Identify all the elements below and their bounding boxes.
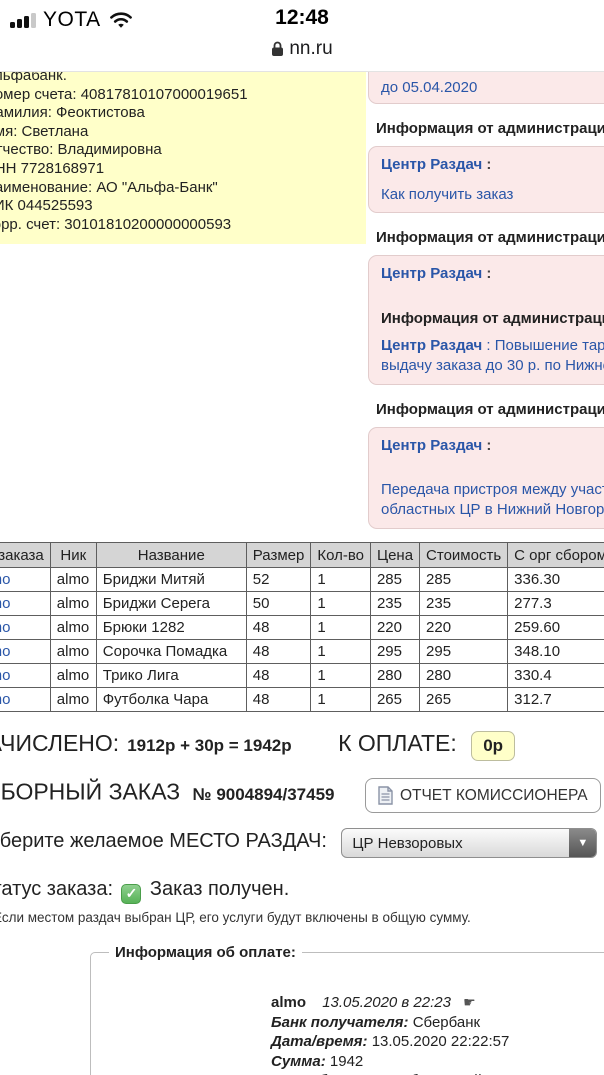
pointer-icon: ☛ — [463, 994, 476, 1010]
admin-box-pickup-info: Центр Раздач : Как получить заказ — [368, 146, 604, 213]
order-items-table: № заказа Ник Название Размер Кол-во Цена… — [0, 542, 604, 712]
pickup-place-select[interactable]: ЦР Невзоровых ▼ — [341, 828, 598, 858]
bank-line: БИК 044525593 — [0, 197, 93, 215]
col-header-nick: Ник — [49, 542, 97, 568]
order-items-table-wrap: № заказа Ник Название Размер Кол-во Цена… — [0, 542, 604, 712]
padlock-icon — [271, 41, 284, 57]
pickup-row: Выберите желаемое МЕСТО РАЗДАЧ: ЦР Невзо… — [0, 828, 598, 858]
col-header-fee: С орг сбором — [507, 542, 604, 568]
bank-line: Имя: Светлана — [0, 122, 89, 140]
table-row: almo almo Футболка Чара 48 1 265 265 312… — [0, 687, 604, 712]
totals-row: НАЧИСЛЕНО:1912р + 30р = 1942р К ОПЛАТЕ: … — [0, 730, 516, 761]
col-header-size: Размер — [245, 542, 312, 568]
payment-posted-date: 13.05.2020 в 22:23 — [322, 994, 451, 1011]
table-row: almo almo Брюки 1282 48 1 220 220 259.60… — [0, 615, 604, 640]
status-label: Статус заказа: — [0, 878, 114, 900]
order-link[interactable]: almo — [0, 619, 11, 636]
order-link[interactable]: almo — [0, 595, 11, 612]
center-razdach-link[interactable]: Центр Раздач — [381, 437, 482, 454]
bank-line: Отчество: Владимировна — [0, 141, 162, 159]
table-row: almo almo Бриджи Митяй 52 1 285 285 336.… — [0, 567, 604, 592]
transfer-text: Передача пристроя между участниками обла… — [381, 481, 604, 518]
selected-option: ЦР Невзоровых — [352, 835, 463, 852]
due-amount-badge: 0р — [471, 731, 516, 761]
deadline-link[interactable]: до 05.04.2020 — [381, 79, 477, 96]
admin-inner-header: Информация от администрации — [381, 310, 604, 327]
order-link[interactable]: almo — [0, 691, 11, 708]
how-to-get-order-link[interactable]: Как получить заказ — [381, 186, 513, 203]
document-icon — [378, 786, 393, 805]
bank-details-box: Альфабанк. Номер счета: 4081781010700001… — [0, 71, 366, 245]
pickup-note: Если местом раздач выбран ЦР, его услуги… — [0, 910, 471, 925]
admin-box-tariff: Центр Раздач : Информация от администрац… — [368, 255, 604, 385]
order-number: № 9004894/37459 — [192, 784, 335, 804]
address-bar[interactable]: nn.ru — [0, 38, 604, 60]
admin-info-column: до 05.04.2020 Информация от администраци… — [368, 72, 604, 529]
chevron-down-icon: ▼ — [569, 829, 597, 857]
payment-datetime: 13.05.2020 22:22:57 — [371, 1033, 510, 1050]
green-check-icon: ✓ — [121, 883, 142, 904]
admin-box-deadline: до 05.04.2020 — [368, 72, 604, 104]
payment-sum: 1942 — [329, 1052, 364, 1070]
status-row: Статус заказа: ✓ Заказ получен. — [0, 878, 289, 904]
accrued-label: НАЧИСЛЕНО: — [0, 730, 120, 756]
commissioner-report-button[interactable]: ОТЧЕТ КОМИССИОНЕРА — [364, 778, 601, 813]
order-link[interactable]: almo — [0, 667, 11, 684]
center-razdach-link[interactable]: Центр Раздач — [381, 265, 482, 282]
order-row: СБОРНЫЙ ЗАКАЗ № 9004894/37459 ОТЧЕТ КОМИ… — [0, 778, 601, 813]
payment-info-fieldset: Информация об оплате: almo 13.05.2020 в … — [90, 944, 604, 1075]
tariff-text: Центр Раздач : Повышение тарифа за выдач… — [381, 337, 604, 374]
col-header-qty: Кол-во — [310, 542, 371, 568]
table-row: almo almo Сорочка Помадка 48 1 295 295 3… — [0, 639, 604, 664]
col-header-cost: Стоимость — [419, 542, 509, 568]
table-row: almo almo Бриджи Серега 50 1 235 235 277… — [0, 591, 604, 616]
bank-line: Наименование: АО "Альфа-Банк" — [0, 178, 218, 196]
status-bar: YOTA 12:48 nn.ru — [0, 0, 604, 71]
pickup-label: Выберите желаемое МЕСТО РАЗДАЧ: — [0, 830, 327, 853]
col-header-name: Название — [95, 542, 247, 568]
payment-user: almo — [271, 994, 307, 1011]
page-content: Альфабанк. Номер счета: 4081781010700001… — [0, 71, 604, 1075]
table-row: almo almo Трико Лига 48 1 280 280 330.4 … — [0, 663, 604, 688]
bank-line: ИНН 7728168971 — [0, 159, 105, 177]
col-header-order: № заказа — [0, 542, 51, 568]
payment-legend: Информация об оплате: — [115, 944, 296, 961]
browser-viewport[interactable]: Альфабанк. Номер счета: 4081781010700001… — [0, 71, 604, 1075]
bank-line: Фамилия: Феоктистова — [0, 104, 145, 122]
order-label: СБОРНЫЙ ЗАКАЗ — [0, 778, 181, 805]
due-label: К ОПЛАТЕ: — [338, 730, 457, 756]
payment-details: almo 13.05.2020 в 22:23 ☛ Банк получател… — [271, 993, 604, 1075]
center-razdach-link[interactable]: Центр Раздач — [381, 156, 482, 173]
admin-header: Информация от администрации — [376, 229, 604, 246]
order-link[interactable]: almo — [0, 643, 11, 660]
bank-line: Корр. счет: 30101810200000000593 — [0, 215, 232, 233]
col-header-price: Цена — [369, 542, 421, 568]
admin-header: Информация от администрации — [376, 401, 604, 418]
bank-line: Номер счета: 40817810107000019651 — [0, 85, 248, 103]
order-link[interactable]: almo — [0, 571, 11, 588]
table-header-row: № заказа Ник Название Размер Кол-во Цена… — [0, 542, 604, 568]
status-value: Заказ получен. — [149, 878, 290, 900]
center-razdach-link[interactable]: Центр Раздач — [381, 337, 482, 354]
accrued-value: 1912р + 30р = 1942р — [127, 736, 292, 755]
bank-line: Альфабанк. — [0, 71, 67, 84]
admin-header: Информация от администрации — [376, 120, 604, 137]
url-text: nn.ru — [289, 38, 333, 59]
payment-bank: Сбербанк — [412, 1013, 481, 1031]
clock: 12:48 — [275, 6, 329, 29]
admin-box-transfer: Центр Раздач : Передача пристроя между у… — [368, 427, 604, 529]
